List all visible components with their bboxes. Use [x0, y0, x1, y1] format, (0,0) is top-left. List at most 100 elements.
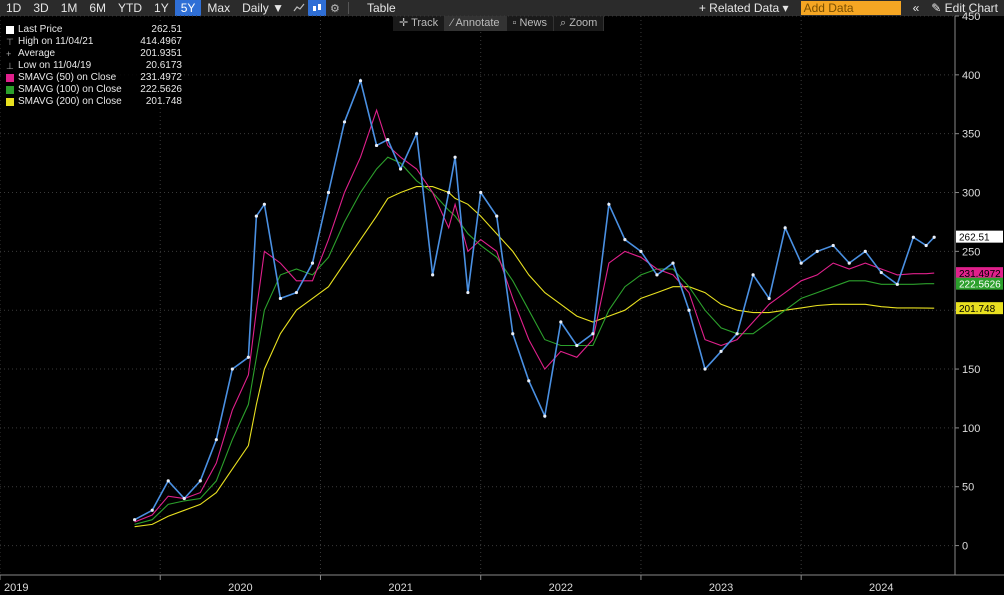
price-point [214, 438, 218, 442]
y-tick-label: 300 [962, 188, 980, 200]
price-point [847, 261, 851, 265]
y-axis: 050100150200250300350400450 [954, 11, 980, 575]
legend-label: Average [18, 48, 56, 59]
price-point [815, 249, 819, 253]
legend-value: 262.51 [151, 24, 182, 35]
price-point [374, 143, 379, 148]
price-point [150, 508, 154, 512]
price-point [415, 132, 419, 136]
price-point [278, 296, 283, 301]
y-tick-label: 0 [962, 541, 968, 553]
high-marker-icon: ⊤ [6, 37, 14, 47]
price-point [254, 214, 258, 218]
price-point [639, 249, 643, 253]
average-marker-icon: + [6, 49, 12, 59]
price-point [527, 379, 531, 383]
legend-value: 231.4972 [140, 72, 182, 83]
legend-swatch-sma100 [6, 86, 14, 94]
y-tick-label: 50 [962, 482, 974, 494]
price-point [495, 214, 499, 218]
last-value-text: 222.5626 [959, 280, 1001, 291]
price-point [655, 273, 659, 277]
price-point [358, 79, 363, 83]
price-point [911, 235, 915, 239]
chart-legend: Last Price 262.51 ⊤ High on 11/04/21 414… [4, 24, 184, 108]
x-axis: 2019 2020 2021 2022 2023 2024 [0, 574, 1004, 594]
legend-row-average: + Average 201.9351 [4, 48, 184, 60]
legend-value: 201.748 [145, 96, 182, 107]
legend-row-high: ⊤ High on 11/04/21 414.4967 [4, 36, 184, 48]
price-point [398, 167, 403, 171]
price-point [466, 290, 470, 295]
y-tick-label: 450 [962, 11, 980, 23]
price-point [591, 332, 595, 336]
legend-swatch-sma50 [6, 74, 14, 82]
low-marker-icon: ⊥ [6, 61, 14, 71]
legend-label: SMAVG (50) on Close [18, 72, 117, 83]
x-tick-label: 2019 [4, 582, 28, 594]
price-point [479, 190, 483, 195]
price-point [879, 270, 883, 275]
chart-series [132, 78, 936, 528]
price-point [735, 332, 739, 336]
price-point [687, 308, 691, 312]
price-point [447, 190, 451, 195]
legend-row-last-price: Last Price 262.51 [4, 24, 184, 36]
last-value-labels: 262.51231.4972222.5626201.748 [956, 230, 1003, 315]
last-value-text: 201.748 [959, 304, 996, 315]
price-point [607, 202, 611, 206]
y-tick-label: 400 [962, 70, 980, 82]
last-value-text: 262.51 [959, 233, 990, 244]
price-point [166, 479, 170, 483]
price-point [182, 496, 186, 501]
price-point [543, 414, 547, 418]
price-point [294, 290, 299, 295]
price-point [863, 249, 867, 253]
legend-value: 20.6173 [145, 60, 182, 71]
price-point [198, 479, 202, 483]
x-tick-label: 2022 [549, 582, 573, 594]
price-point [623, 238, 627, 242]
y-tick-label: 100 [962, 423, 980, 435]
price-point [342, 120, 347, 124]
legend-swatch-sma200 [6, 98, 14, 106]
price-point [453, 155, 457, 159]
series-line-1 [134, 108, 935, 523]
price-point [751, 273, 755, 277]
series-line-2 [134, 156, 935, 525]
legend-row-sma100: SMAVG (100) on Close 222.5626 [4, 84, 184, 96]
y-tick-label: 250 [962, 246, 980, 258]
price-point [799, 261, 803, 265]
legend-label: Last Price [18, 24, 63, 35]
legend-label: SMAVG (100) on Close [18, 84, 122, 95]
price-point [262, 202, 266, 206]
price-point [831, 243, 835, 248]
y-tick-label: 350 [962, 129, 980, 141]
legend-swatch-last-price [6, 26, 14, 34]
legend-row-sma200: SMAVG (200) on Close 201.748 [4, 96, 184, 108]
price-point [767, 296, 771, 301]
price-point [230, 367, 234, 371]
price-point [703, 367, 707, 371]
price-point [895, 282, 899, 286]
legend-value: 414.4967 [140, 36, 182, 47]
legend-row-sma50: SMAVG (50) on Close 231.4972 [4, 72, 184, 84]
x-tick-label: 2020 [228, 582, 252, 594]
legend-value: 201.9351 [140, 48, 182, 59]
price-point [511, 332, 515, 336]
price-point [575, 343, 579, 348]
legend-row-low: ⊥ Low on 11/04/19 20.6173 [4, 60, 184, 72]
price-point [326, 190, 331, 195]
price-point [924, 243, 928, 248]
price-point [671, 261, 675, 265]
legend-label: Low on 11/04/19 [18, 60, 92, 71]
price-point [932, 235, 936, 239]
price-point [431, 273, 435, 277]
price-point [386, 137, 390, 142]
price-point [783, 226, 787, 230]
x-tick-label: 2024 [869, 582, 893, 594]
legend-label: SMAVG (200) on Close [18, 96, 122, 107]
legend-value: 222.5626 [140, 84, 182, 95]
x-tick-label: 2021 [388, 582, 412, 594]
price-point [719, 349, 723, 353]
